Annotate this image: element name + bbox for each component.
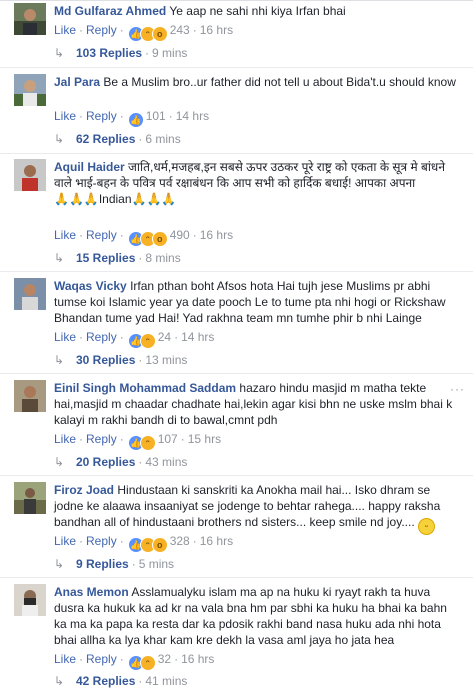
divider: [0, 577, 473, 578]
like-button[interactable]: Like: [54, 652, 76, 666]
comment-time[interactable]: 16 hrs: [200, 534, 233, 548]
reply-arrow-icon: ↳: [54, 132, 65, 146]
tagged-user[interactable]: Mohammad Saddam: [119, 381, 236, 395]
reaction-count[interactable]: 101: [146, 109, 166, 123]
avatar[interactable]: [14, 278, 46, 310]
reply-button[interactable]: Reply: [86, 109, 117, 123]
reply-button[interactable]: Reply: [86, 652, 117, 666]
comment-time[interactable]: 15 hrs: [188, 432, 221, 446]
top-divider: [0, 0, 473, 1]
reaction-count[interactable]: 490: [170, 228, 190, 242]
like-button[interactable]: Like: [54, 330, 76, 344]
reactions[interactable]: 👍 ᵔ: [127, 332, 156, 349]
reaction-count[interactable]: 32: [158, 652, 171, 666]
wow-reaction-icon: o: [151, 26, 168, 42]
replies-time: 8 mins: [145, 251, 181, 265]
avatar[interactable]: [14, 380, 46, 412]
view-replies[interactable]: ↳ 9 Replies · 5 mins: [54, 555, 174, 573]
divider: [0, 153, 473, 154]
commenter-name[interactable]: Firoz Joad: [54, 483, 114, 497]
commenter-name[interactable]: Aquil Haider: [54, 160, 125, 174]
replies-count[interactable]: 9 Replies: [76, 557, 129, 571]
view-replies[interactable]: ↳ 42 Replies · 41 mins: [54, 672, 187, 690]
reaction-count[interactable]: 107: [158, 432, 178, 446]
reactions[interactable]: 👍 ᵔ o: [127, 536, 168, 553]
reply-arrow-icon: ↳: [54, 557, 65, 571]
avatar[interactable]: [14, 482, 46, 514]
divider: [0, 373, 473, 374]
reaction-count[interactable]: 243: [170, 23, 190, 37]
smile-emoji-icon: ᵕ: [418, 518, 435, 535]
haha-reaction-icon: ᵔ: [139, 333, 156, 349]
wow-reaction-icon: o: [151, 537, 168, 553]
reply-arrow-icon: ↳: [54, 455, 65, 469]
replies-count[interactable]: 103 Replies: [76, 46, 142, 60]
reply-button[interactable]: Reply: [86, 432, 117, 446]
avatar[interactable]: [14, 159, 46, 191]
like-reaction-icon: 👍: [127, 112, 144, 128]
reply-arrow-icon: ↳: [54, 251, 65, 265]
avatar[interactable]: [14, 3, 46, 35]
reply-button[interactable]: Reply: [86, 534, 117, 548]
commenter-name[interactable]: Einil Singh: [54, 381, 116, 395]
avatar[interactable]: [14, 74, 46, 106]
replies-count[interactable]: 15 Replies: [76, 251, 135, 265]
reply-arrow-icon: ↳: [54, 46, 65, 60]
like-button[interactable]: Like: [54, 432, 76, 446]
reactions[interactable]: 👍: [127, 111, 144, 128]
comment-time[interactable]: 16 hrs: [200, 23, 233, 37]
comment-time[interactable]: 14 hrs: [181, 330, 214, 344]
reactions[interactable]: 👍 ᵔ: [127, 434, 156, 451]
divider: [0, 271, 473, 272]
comment-text: Ye aap ne sahi nhi kiya Irfan bhai: [169, 4, 346, 18]
wow-reaction-icon: o: [151, 231, 168, 247]
replies-count[interactable]: 30 Replies: [76, 353, 135, 367]
view-replies[interactable]: ↳ 103 Replies · 9 mins: [54, 44, 187, 62]
like-button[interactable]: Like: [54, 228, 76, 242]
replies-time: 13 mins: [145, 353, 188, 367]
replies-time: 43 mins: [145, 455, 188, 469]
haha-reaction-icon: ᵔ: [139, 435, 156, 451]
reply-arrow-icon: ↳: [54, 353, 65, 367]
divider: [0, 475, 473, 476]
replies-time: 6 mins: [145, 132, 181, 146]
comment-time[interactable]: 16 hrs: [181, 652, 214, 666]
commenter-name[interactable]: Jal Para: [54, 75, 100, 89]
reaction-count[interactable]: 24: [158, 330, 171, 344]
replies-count[interactable]: 20 Replies: [76, 455, 135, 469]
commenter-name[interactable]: Waqas Vicky: [54, 279, 127, 293]
view-replies[interactable]: ↳ 15 Replies · 8 mins: [54, 249, 181, 267]
view-replies[interactable]: ↳ 30 Replies · 13 mins: [54, 351, 187, 369]
reply-button[interactable]: Reply: [86, 23, 117, 37]
divider: [0, 67, 473, 68]
view-replies[interactable]: ↳ 62 Replies · 6 mins: [54, 130, 181, 148]
reactions[interactable]: 👍 ᵔ: [127, 654, 156, 671]
reply-button[interactable]: Reply: [86, 228, 117, 242]
replies-time: 5 mins: [138, 557, 175, 571]
reply-arrow-icon: ↳: [54, 674, 65, 688]
reply-button[interactable]: Reply: [86, 330, 117, 344]
like-button[interactable]: Like: [54, 23, 76, 37]
comment-time[interactable]: 14 hrs: [176, 109, 209, 123]
haha-reaction-icon: ᵔ: [139, 655, 156, 671]
commenter-name[interactable]: Anas Memon: [54, 585, 129, 599]
avatar[interactable]: [14, 584, 46, 616]
commenter-name[interactable]: Md Gulfaraz Ahmed: [54, 4, 166, 18]
reactions[interactable]: 👍 ᵔ o: [127, 25, 168, 42]
like-button[interactable]: Like: [54, 534, 76, 548]
folded-hands-icon: 🙏🙏🙏: [54, 192, 99, 206]
like-button[interactable]: Like: [54, 109, 76, 123]
replies-time: 41 mins: [145, 674, 188, 688]
comment-text: Be a Muslim bro..ur father did not tell …: [103, 75, 456, 89]
view-replies[interactable]: ↳ 20 Replies · 43 mins: [54, 453, 187, 471]
replies-count[interactable]: 42 Replies: [76, 674, 135, 688]
replies-time: 9 mins: [152, 46, 188, 60]
comment-time[interactable]: 16 hrs: [200, 228, 233, 242]
reaction-count[interactable]: 328: [170, 534, 190, 548]
reactions[interactable]: 👍 ᵔ o: [127, 230, 168, 247]
folded-hands-icon: 🙏🙏🙏: [131, 192, 177, 206]
comment-text-suffix: Indian: [98, 192, 132, 206]
replies-count[interactable]: 62 Replies: [76, 132, 135, 146]
